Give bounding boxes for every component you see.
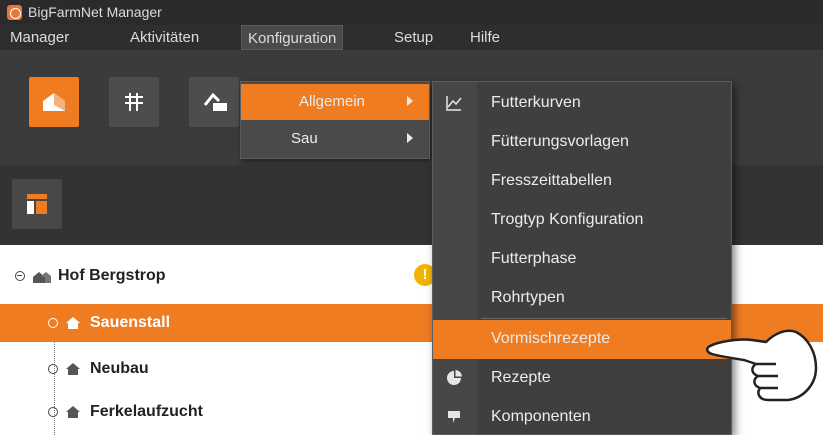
- feeding-button[interactable]: [189, 77, 239, 127]
- app-logo-icon: [7, 5, 22, 20]
- allgemein-submenu: Futterkurven Fütterungsvorlagen Fresszei…: [432, 81, 732, 435]
- menu-item-label: Allgemein: [299, 93, 365, 110]
- barn-icon: [66, 363, 80, 375]
- submenu-item-label: Fresszeittabellen: [491, 172, 612, 189]
- submenu-divider: [481, 318, 727, 319]
- submenu-item-fresszeittabellen[interactable]: Fresszeittabellen: [433, 162, 731, 201]
- submenu-item-futterphase[interactable]: Futterphase: [433, 240, 731, 279]
- submenu-item-label: Trogtyp Konfiguration: [491, 211, 644, 228]
- submenu-item-label: Rohrtypen: [491, 289, 565, 306]
- barn-icon: [66, 317, 80, 329]
- pointing-hand-icon: [706, 329, 818, 402]
- tree-item-label: Ferkelaufzucht: [90, 403, 203, 420]
- pie-chart-icon: [447, 370, 462, 385]
- submenu-item-label: Rezepte: [491, 369, 551, 386]
- menu-item-allgemein[interactable]: Allgemein: [241, 84, 429, 120]
- submenu-item-label: Vormischrezepte: [491, 330, 611, 347]
- expand-icon[interactable]: [48, 364, 58, 374]
- farm-icon: [33, 272, 51, 283]
- konfiguration-menu: Allgemein Sau: [240, 81, 430, 159]
- submenu-item-label: Futterphase: [491, 250, 577, 267]
- submenu-item-label: Futterkurven: [491, 94, 581, 111]
- line-chart-icon: [446, 96, 462, 111]
- layout-button[interactable]: [12, 179, 62, 229]
- menu-konfiguration[interactable]: Konfiguration: [241, 25, 344, 50]
- barn-button[interactable]: [29, 77, 79, 127]
- components-icon: [448, 411, 460, 423]
- grid-icon: [125, 93, 143, 111]
- submenu-item-label: Komponenten: [491, 408, 591, 425]
- layout-icon: [27, 194, 47, 214]
- submenu-item-vormischrezepte[interactable]: Vormischrezepte: [433, 320, 731, 359]
- submenu-item-rezepte[interactable]: Rezepte: [433, 359, 731, 398]
- submenu-arrow-icon: [407, 96, 413, 106]
- grid-button[interactable]: [109, 77, 159, 127]
- submenu-item-futterkurven[interactable]: Futterkurven: [433, 84, 731, 123]
- submenu-arrow-icon: [407, 133, 413, 143]
- submenu-item-trogtyp-konfiguration[interactable]: Trogtyp Konfiguration: [433, 201, 731, 240]
- expand-icon[interactable]: [48, 407, 58, 417]
- window-title: BigFarmNet Manager: [28, 4, 162, 20]
- feeding-icon: [203, 92, 227, 111]
- tree-item-label: Sauenstall: [90, 314, 171, 331]
- menu-setup[interactable]: Setup: [388, 25, 439, 50]
- menu-hilfe[interactable]: Hilfe: [464, 25, 506, 50]
- barn-icon: [66, 406, 80, 418]
- tree-root-label: Hof Bergstrop: [58, 267, 166, 284]
- menu-item-label: Sau: [291, 130, 318, 147]
- menu-item-sau[interactable]: Sau: [241, 121, 429, 157]
- collapse-icon[interactable]: [15, 271, 25, 281]
- tree-item-label: Neubau: [90, 360, 149, 377]
- menu-aktivitaeten[interactable]: Aktivitäten: [124, 25, 205, 50]
- menu-manager[interactable]: Manager: [4, 25, 75, 50]
- submenu-item-fuetterungsvorlagen[interactable]: Fütterungsvorlagen: [433, 123, 731, 162]
- menu-bar: Manager Aktivitäten Konfiguration Setup …: [0, 25, 823, 50]
- submenu-item-label: Fütterungsvorlagen: [491, 133, 629, 150]
- title-bar: BigFarmNet Manager: [0, 0, 823, 25]
- submenu-item-komponenten[interactable]: Komponenten: [433, 398, 731, 435]
- submenu-item-rohrtypen[interactable]: Rohrtypen: [433, 279, 731, 318]
- barn-icon: [43, 93, 65, 111]
- expand-icon[interactable]: [48, 318, 58, 328]
